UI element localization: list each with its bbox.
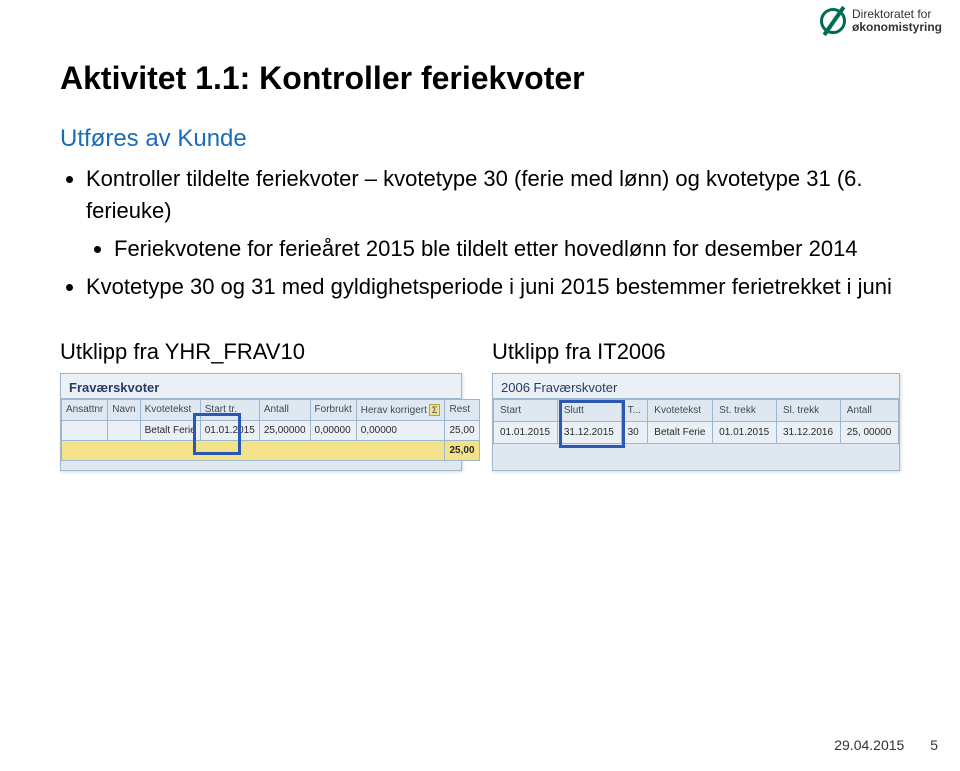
sum-row: 25,00 — [62, 440, 480, 460]
th-herav: Herav korrigertΣ — [356, 399, 445, 420]
bullet-1: Kontroller tildelte feriekvoter – kvotet… — [86, 163, 900, 265]
table-fravaerskvoter: Ansattnr Navn Kvotetekst Start tr. Antal… — [61, 399, 480, 461]
td-ansattnr — [62, 420, 108, 440]
td-sltrekk: 31.12.2016 — [776, 421, 840, 443]
th-kvotetekst2: Kvotetekst — [648, 399, 713, 421]
td-start: 01.01.2015 — [494, 421, 558, 443]
screenshot-it2006: 2006 Fraværskvoter Start Slutt T... Kvot… — [492, 373, 900, 471]
td-kvotetekst2: Betalt Ferie — [648, 421, 713, 443]
footer-page-number: 5 — [930, 737, 938, 753]
th-antall: Antall — [259, 399, 310, 420]
highlight-box-slutt — [559, 400, 625, 448]
table-row: 01.01.2015 31.12.2015 30 Betalt Ferie 01… — [494, 421, 899, 443]
highlight-box-antall — [193, 413, 241, 455]
td-antall: 25,00000 — [259, 420, 310, 440]
td-forbrukt: 0,00000 — [310, 420, 356, 440]
footer-date: 29.04.2015 — [834, 737, 904, 753]
table-header-row: Start Slutt T... Kvotetekst St. trekk Sl… — [494, 399, 899, 421]
th-navn: Navn — [108, 399, 140, 420]
brand-line2: økonomistyring — [852, 21, 942, 34]
page-title: Aktivitet 1.1: Kontroller feriekvoter — [60, 60, 900, 97]
page-subtitle: Utføres av Kunde — [60, 125, 900, 153]
panel-title-right: 2006 Fraværskvoter — [493, 374, 899, 399]
page-footer: 29.04.2015 5 — [834, 737, 938, 753]
brand-text: Direktoratet for økonomistyring — [852, 8, 942, 34]
bullet-list: Kontroller tildelte feriekvoter – kvotet… — [64, 163, 900, 303]
bullet-1-text: Kontroller tildelte feriekvoter – kvotet… — [86, 166, 863, 223]
right-caption: Utklipp fra IT2006 — [492, 339, 900, 365]
th-sltrekk: Sl. trekk — [776, 399, 840, 421]
td-rest: 25,00 — [445, 420, 479, 440]
th-t: T... — [621, 399, 648, 421]
th-antall2: Antall — [840, 399, 898, 421]
th-kvotetekst: Kvotetekst — [140, 399, 200, 420]
left-column: Utklipp fra YHR_FRAV10 Fraværskvoter Ans… — [60, 339, 462, 471]
sum-value: 25,00 — [445, 440, 479, 460]
td-kvotetekst: Betalt Ferie — [140, 420, 200, 440]
table-it2006: Start Slutt T... Kvotetekst St. trekk Sl… — [493, 399, 899, 444]
td-t: 30 — [621, 421, 648, 443]
panel-title-left: Fraværskvoter — [61, 374, 461, 399]
td-sttrekk: 01.01.2015 — [713, 421, 777, 443]
sum-label — [62, 440, 445, 460]
table-row: Betalt Ferie 01.01.2015 25,00000 0,00000… — [62, 420, 480, 440]
td-herav: 0,00000 — [356, 420, 445, 440]
th-start: Start — [494, 399, 558, 421]
th-ansattnr: Ansattnr — [62, 399, 108, 420]
th-rest: Rest — [445, 399, 479, 420]
sigma-icon: Σ — [429, 404, 441, 416]
right-column: Utklipp fra IT2006 2006 Fraværskvoter St… — [492, 339, 900, 471]
th-sttrekk: St. trekk — [713, 399, 777, 421]
screenshot-yhr-frav10: Fraværskvoter Ansattnr Navn Kvotetekst S… — [60, 373, 462, 471]
brand-logo-icon — [820, 8, 846, 34]
table-header-row: Ansattnr Navn Kvotetekst Start tr. Antal… — [62, 399, 480, 420]
bullet-1a: Feriekvotene for ferieåret 2015 ble tild… — [114, 233, 900, 265]
bullet-2: Kvotetype 30 og 31 med gyldighetsperiode… — [86, 271, 900, 303]
td-antall2: 25, 00000 — [840, 421, 898, 443]
th-forbrukt: Forbrukt — [310, 399, 356, 420]
brand-logo-area: Direktoratet for økonomistyring — [820, 8, 942, 34]
td-navn — [108, 420, 140, 440]
left-caption: Utklipp fra YHR_FRAV10 — [60, 339, 462, 365]
